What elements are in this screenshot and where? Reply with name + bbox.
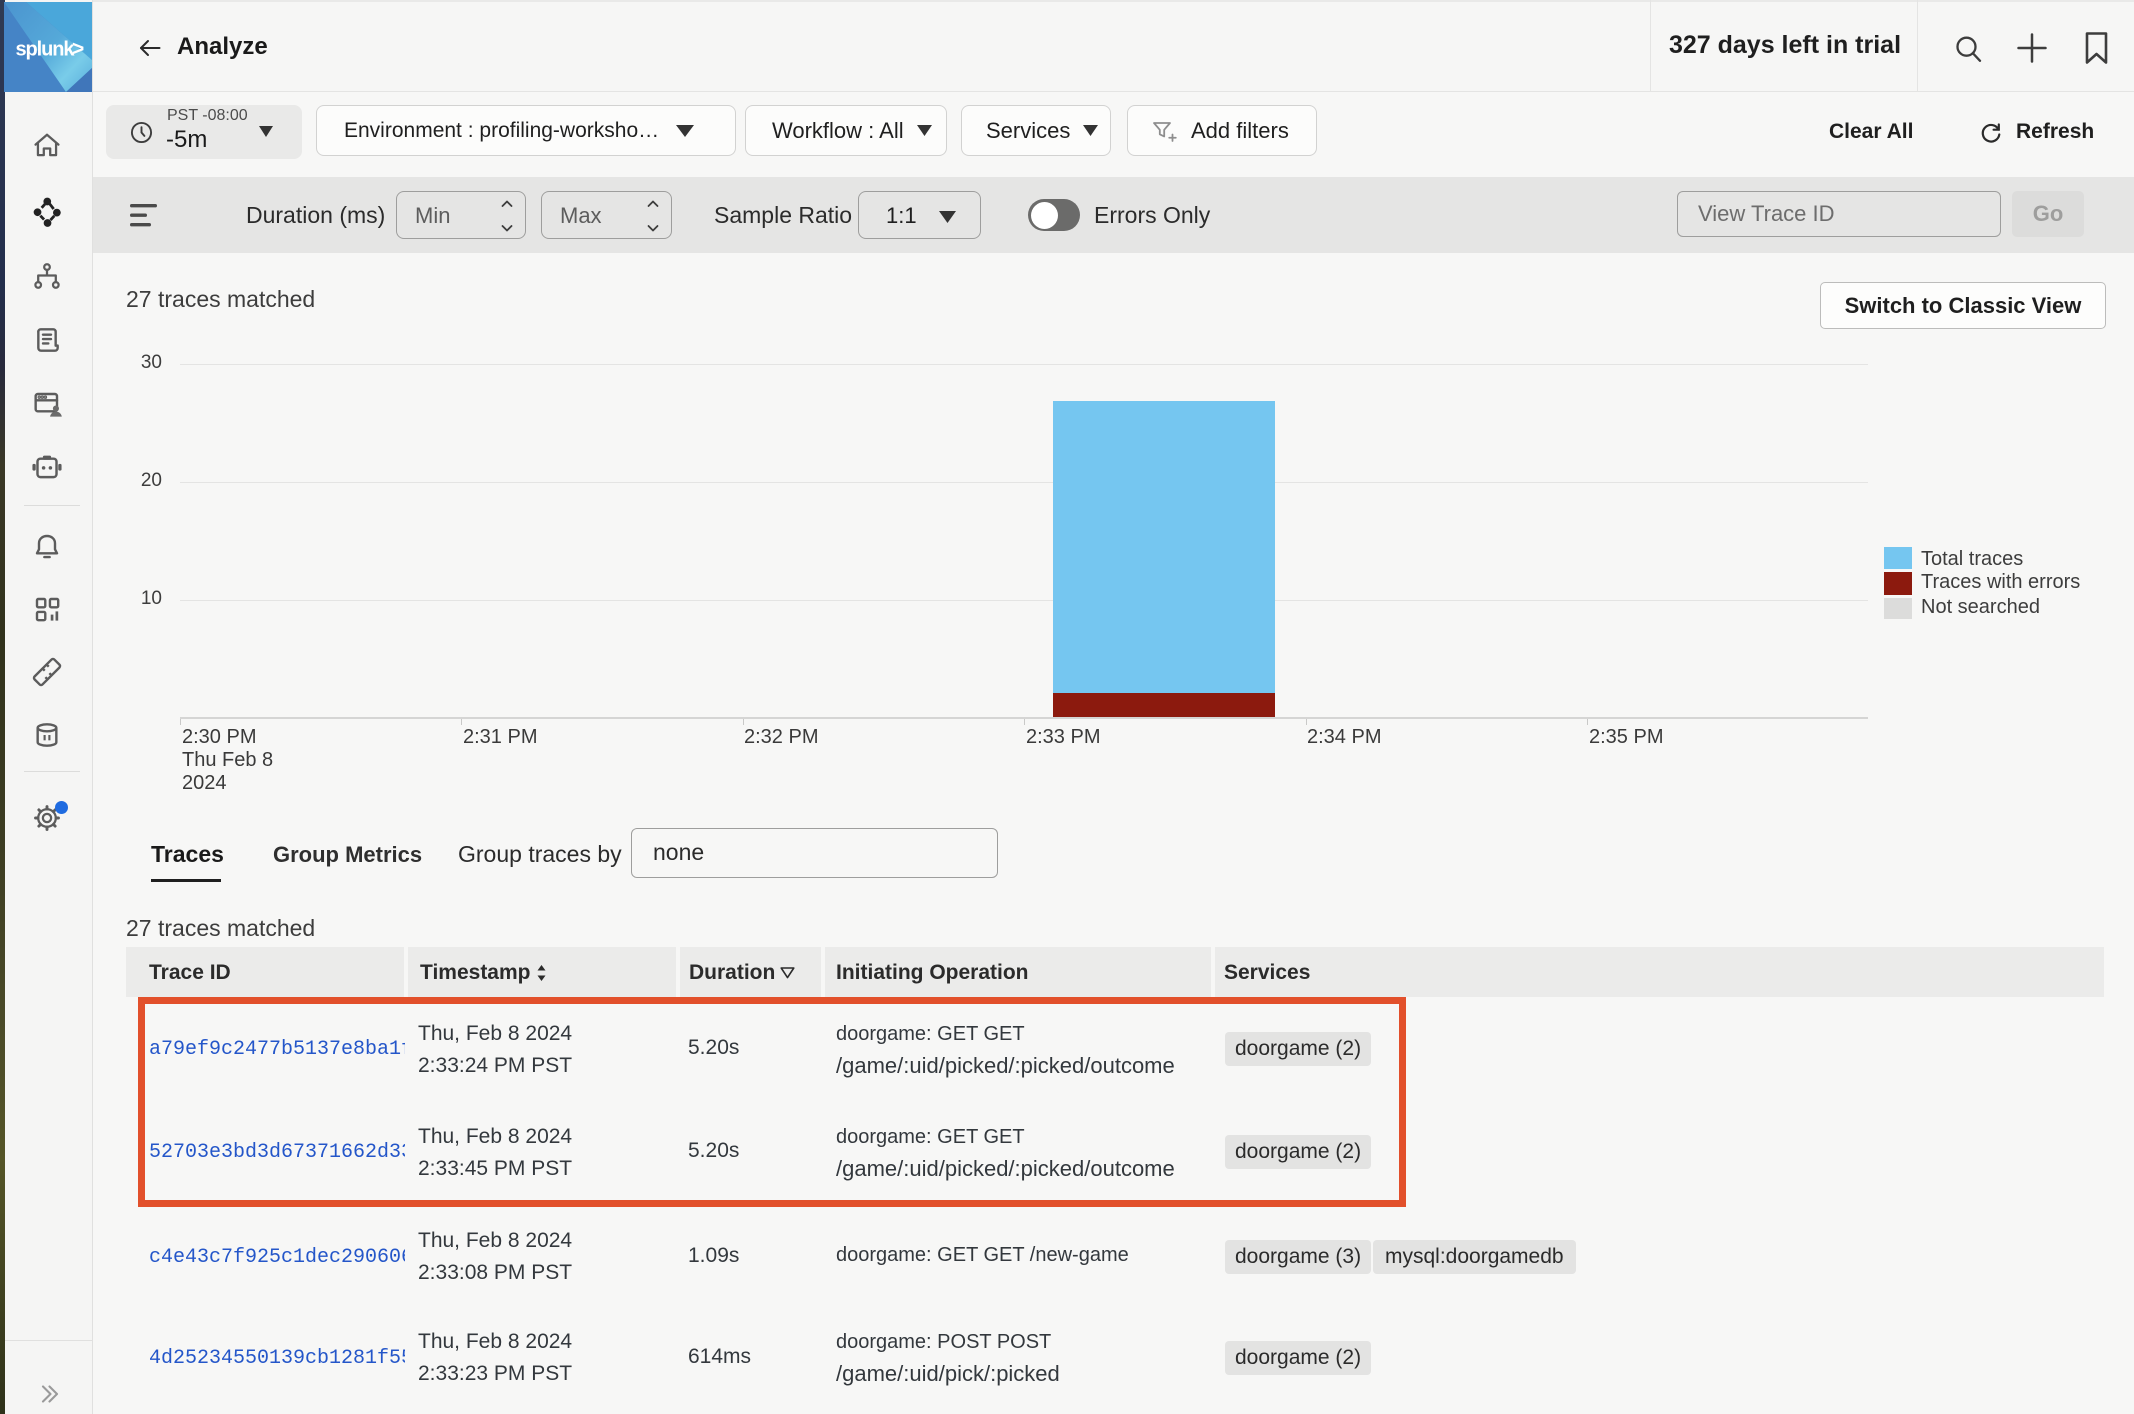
svg-text:splunk: splunk bbox=[16, 39, 76, 61]
svg-text:>: > bbox=[72, 38, 84, 61]
